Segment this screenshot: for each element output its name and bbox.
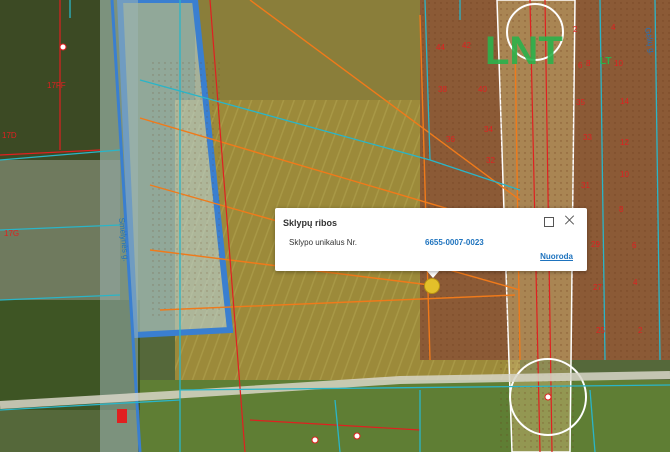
- poi-dot-icon[interactable]: [353, 432, 361, 440]
- reference-link[interactable]: Nuoroda: [540, 252, 573, 261]
- parcel-label: 40: [478, 85, 487, 94]
- poi-dot-icon[interactable]: [59, 43, 67, 51]
- parcel-label: 6: [578, 61, 583, 70]
- parcel-label: 31: [581, 181, 590, 190]
- parcel-label: 44: [436, 43, 445, 52]
- parcel-id-label: Sklypo unikalus Nr.: [289, 238, 358, 247]
- parcel-label: 12: [620, 138, 629, 147]
- parcel-label: 4: [633, 278, 638, 287]
- parcel-label: 32: [486, 156, 495, 165]
- parcel-label: 25: [596, 326, 605, 335]
- parcel-id-value[interactable]: 6655-0007-0023: [425, 238, 484, 247]
- close-icon[interactable]: [564, 214, 576, 226]
- parcel-label: 17G: [4, 229, 19, 238]
- parcel-label: 27: [593, 283, 602, 292]
- maximize-icon[interactable]: [544, 217, 554, 227]
- parcel-label: 8: [619, 205, 624, 214]
- parcel-label: 36: [446, 135, 455, 144]
- parcel-label: 4: [611, 23, 616, 32]
- poi-dot-icon[interactable]: [544, 393, 552, 401]
- parcel-label: 17D: [2, 131, 17, 140]
- parcel-label: 42: [462, 41, 471, 50]
- brand-watermark: LNT: [485, 29, 563, 73]
- parcel-label: 8: [586, 59, 591, 68]
- parcel-label: 38: [438, 85, 447, 94]
- poi-marker-icon[interactable]: [117, 409, 127, 423]
- parcel-label: 2: [638, 326, 643, 335]
- location-marker-icon[interactable]: [424, 278, 440, 294]
- parcel-label: 10: [620, 170, 629, 179]
- parcel-label: 34: [484, 125, 493, 134]
- parcel-label: 2: [573, 25, 578, 34]
- parcel-label: 29: [591, 240, 600, 249]
- parcel-label: 33: [583, 133, 592, 142]
- parcel-label: 6: [632, 241, 637, 250]
- parcel-label: 10: [614, 59, 623, 68]
- popup-pointer: [426, 270, 440, 278]
- poi-dot-icon[interactable]: [311, 436, 319, 444]
- parcel-info-popup: Sklypų ribos Sklypo unikalus Nr. 6655-00…: [275, 208, 587, 271]
- popup-title: Sklypų ribos: [283, 218, 338, 228]
- parcel-label: 14: [620, 97, 629, 106]
- parcel-label: 35: [576, 98, 585, 107]
- parcel-label: 17FF: [47, 81, 66, 90]
- brand-watermark-suffix: LT: [600, 56, 611, 67]
